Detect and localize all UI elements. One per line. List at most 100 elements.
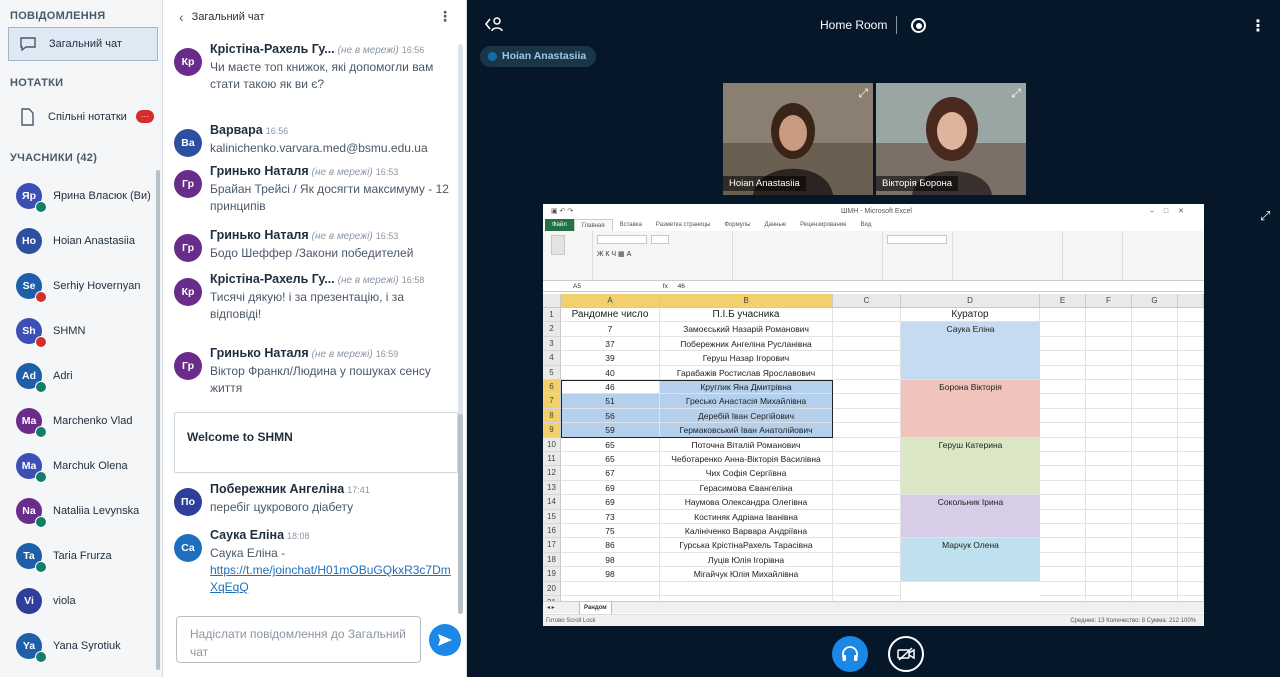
empty-cell <box>1040 452 1086 467</box>
user-list-item[interactable]: Ma Marchenko Vlad <box>0 398 162 443</box>
empty-cell <box>1132 351 1178 366</box>
select-all-corner <box>543 294 561 308</box>
fullscreen-icon[interactable]: ⤢ <box>1011 86 1021 101</box>
offline-status: (не в мережі) <box>337 45 399 56</box>
empty-cell <box>1040 437 1086 452</box>
name-cell: Гарабажів Ростислав Ярославович <box>660 365 833 380</box>
empty-cell <box>1040 308 1086 323</box>
webcam-tile-1[interactable]: ⤢ Hoian Anastasiia <box>723 83 873 195</box>
name-cell: Чих Софія Сергіївна <box>660 466 833 481</box>
name-cell: Деребій Іван Сергійович <box>660 408 833 424</box>
empty-cell <box>1086 380 1132 395</box>
video-button[interactable] <box>888 636 924 672</box>
user-list-item[interactable]: Яр Ярина Власюк (Ви) <box>0 173 162 218</box>
empty-cell <box>833 394 901 409</box>
empty-cell <box>1178 466 1204 481</box>
user-list-item[interactable]: Sh SHMN <box>0 308 162 353</box>
row-header: 19 <box>543 567 561 582</box>
sidebar-item-public-chat[interactable]: Загальний чат <box>8 27 158 61</box>
row-header: 1 <box>543 308 561 323</box>
message-time: 16:56 <box>265 126 289 136</box>
fullscreen-icon[interactable]: ⤢ <box>858 86 868 101</box>
empty-cell <box>1178 452 1204 467</box>
empty-cell <box>833 538 901 553</box>
chat-title: Загальний чат <box>191 11 265 23</box>
message-link[interactable]: https://t.me/joinchat/H01mOBuGQkxR3c7DmX… <box>210 563 451 594</box>
user-list-item[interactable]: Ad Adri <box>0 353 162 398</box>
avatar: Ma <box>16 407 47 438</box>
audio-button[interactable] <box>832 636 868 672</box>
empty-cell <box>1040 538 1086 553</box>
row-header: 6 <box>543 380 561 395</box>
number-cell: 59 <box>561 423 660 438</box>
empty-cell <box>1086 336 1132 352</box>
empty-cell <box>1086 394 1132 409</box>
empty-cell <box>1086 567 1132 582</box>
ribbon-group-alignment <box>733 231 883 281</box>
empty-cell <box>1040 336 1086 352</box>
options-icon[interactable]: ⋮ <box>1250 16 1266 36</box>
message-text: Бодо Шеффер /Закони победителей <box>210 246 414 260</box>
number-cell: 37 <box>561 336 660 352</box>
avatar-initials: Кр <box>181 56 195 68</box>
user-list-item[interactable]: Na Nataliia Levynska <box>0 488 162 533</box>
welcome-message: Welcome to SHMN <box>174 412 458 473</box>
chat-message: Са Саука Еліна 18:08 Саука Еліна - https:/… <box>173 528 453 596</box>
offline-status: (не в мережі) <box>311 231 373 242</box>
user-name: Nataliia Levynska <box>53 504 140 517</box>
message-text: Віктор Франкл/Людина у пошуках сенсу жит… <box>210 364 431 395</box>
ribbon-group-number <box>883 231 953 281</box>
user-list-item[interactable]: Ma Marchuk Olena <box>0 443 162 488</box>
user-name: Yana Syrotiuk <box>53 639 121 652</box>
name-cell: Побережник Ангеліна Русланівна <box>660 336 833 352</box>
microphone-status-icon <box>35 470 47 483</box>
curator-cell: Марчук Олена <box>901 538 1040 582</box>
empty-cell <box>1132 480 1178 496</box>
webcam-name: Hoian Anastasiia <box>723 176 806 191</box>
ribbon-group-font: Ж К Ч ▦ A <box>593 231 733 281</box>
empty-cell <box>1086 365 1132 380</box>
users-toggle-icon[interactable] <box>484 16 504 35</box>
public-chat-label: Загальний чат <box>49 38 122 50</box>
fullscreen-presentation-icon[interactable]: ⤢ <box>1260 208 1270 224</box>
message-author: Варвара <box>210 123 263 137</box>
chat-options-icon[interactable]: ⋮ <box>438 9 452 23</box>
row-header: 7 <box>543 394 561 409</box>
empty-cell <box>1086 552 1132 568</box>
user-list-item[interactable]: Ya Yana Syrotiuk <box>0 623 162 668</box>
column-header: D <box>901 294 1040 308</box>
number-cell: 40 <box>561 365 660 380</box>
ribbon-tab: Разметка страницы <box>655 222 711 228</box>
user-list-item[interactable]: Vi viola <box>0 578 162 623</box>
message-time: 17:41 <box>347 485 370 495</box>
webcam-tile-2[interactable]: ⤢ Вікторія Борона <box>876 83 1026 195</box>
user-list-item[interactable]: Ta Taria Frurza <box>0 533 162 578</box>
name-cell <box>660 581 833 596</box>
message-input[interactable]: Надіслати повідомлення до Загальний чат <box>176 616 421 663</box>
sidebar-item-shared-notes[interactable]: Спільні нотатки ··· <box>8 100 158 134</box>
user-name: SHMN <box>53 324 86 337</box>
avatar-initials: Ma <box>21 459 37 472</box>
excel-window-title: ШМН - Microsoft Excel <box>841 208 912 215</box>
empty-cell <box>833 466 901 481</box>
chevron-left-icon[interactable]: ‹ <box>179 9 184 25</box>
font-name-box <box>597 235 647 244</box>
room-title: Home Room <box>820 18 888 32</box>
send-button[interactable] <box>429 624 461 656</box>
message-time: 16:53 <box>375 167 399 177</box>
sheet-nav-icon: ◂ ▸ <box>547 605 555 611</box>
record-icon[interactable] <box>911 18 926 33</box>
empty-cell <box>1132 423 1178 438</box>
chat-scrollbar[interactable] <box>458 44 463 614</box>
user-list-item[interactable]: Ho Hoian Anastasiia <box>0 218 162 263</box>
excel-ribbon-tabs: Файл Главная Вставка Разметка страницы Форму… <box>543 219 1204 231</box>
sidebar-scrollbar[interactable] <box>156 170 160 670</box>
user-list-item[interactable]: Se Serhiy Hovernyan <box>0 263 162 308</box>
avatar: Ta <box>16 542 47 573</box>
empty-cell <box>1132 308 1178 323</box>
empty-cell <box>1040 552 1086 568</box>
number-cell: 86 <box>561 538 660 553</box>
column-header: A <box>561 294 660 308</box>
row-header: 17 <box>543 538 561 553</box>
ribbon-tab: Файл <box>545 219 574 231</box>
